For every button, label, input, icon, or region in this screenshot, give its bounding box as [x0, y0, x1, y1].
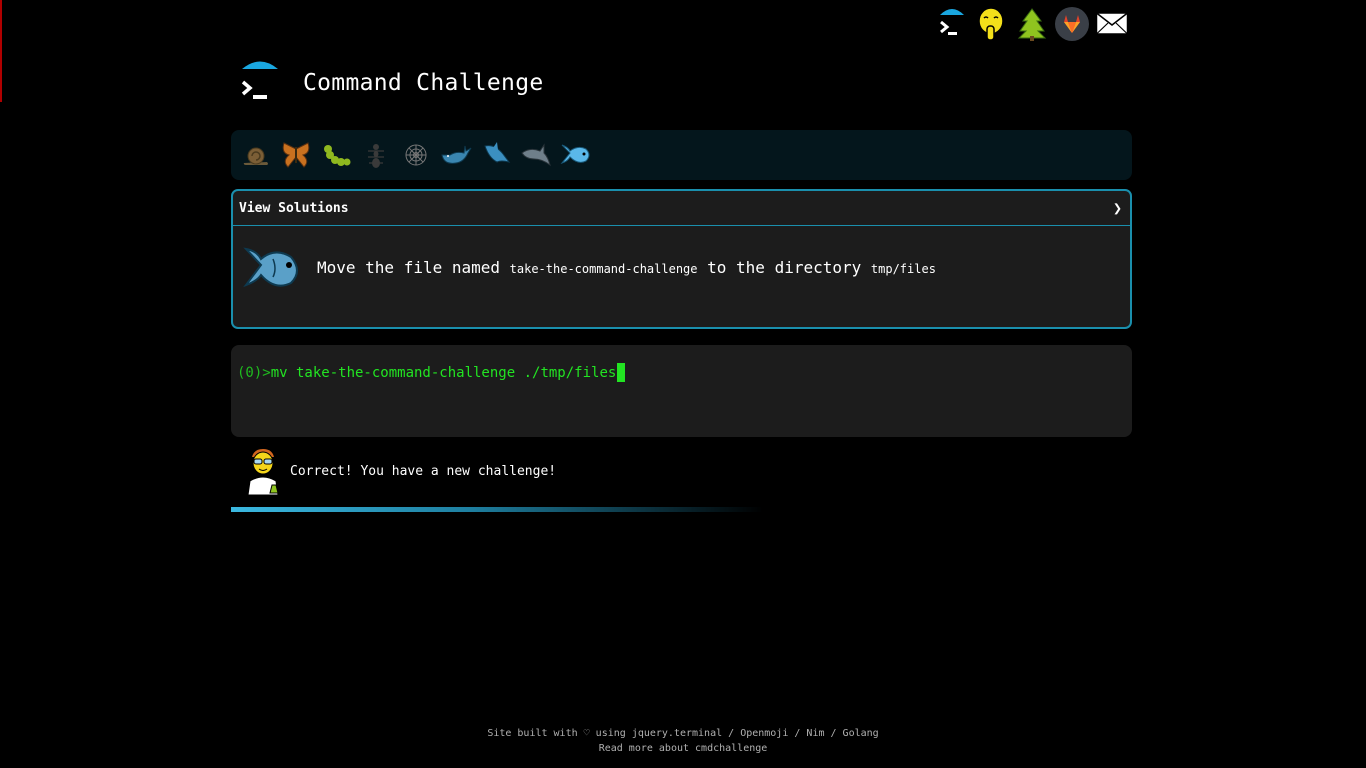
footer-separator: /	[722, 728, 741, 739]
challenge-card: View Solutions ❯ Move the file named tak…	[231, 189, 1132, 329]
challenge-body: Move the file named take-the-command-cha…	[233, 226, 1130, 327]
footer: Site built with ♡ using jquery.terminal …	[0, 726, 1366, 756]
task-text-2: to the directory	[697, 258, 871, 277]
task-dir: tmp/files	[870, 262, 936, 276]
feedback: Correct! You have a new challenge!	[244, 447, 556, 495]
terminal-logo-icon[interactable]	[932, 4, 972, 44]
window-edge	[0, 0, 2, 102]
caterpillar-icon[interactable]	[316, 135, 356, 175]
view-solutions-label: View Solutions	[239, 200, 349, 216]
task-file: take-the-command-challenge	[509, 262, 698, 276]
terminal-input-line[interactable]: (0)> mv take-the-command-challenge ./tmp…	[237, 363, 1132, 382]
jquery-terminal-link[interactable]: jquery.terminal	[632, 728, 722, 739]
fish-icon	[243, 246, 298, 287]
butterfly-icon[interactable]	[276, 135, 316, 175]
terminal-command[interactable]: mv take-the-command-challenge ./tmp/file…	[271, 365, 617, 381]
site-header: Command Challenge	[238, 58, 638, 108]
terminal-prompt: (0)>	[237, 364, 271, 381]
feedback-message: Correct! You have a new challenge!	[290, 463, 557, 479]
challenge-description: Move the file named take-the-command-cha…	[317, 258, 936, 277]
shark-icon[interactable]	[476, 135, 516, 175]
fish-icon[interactable]	[556, 135, 596, 175]
task-text-1: Move the file named	[317, 258, 510, 277]
terminal-cursor	[617, 363, 626, 382]
tree-icon[interactable]	[1012, 4, 1052, 44]
terminal-logo-icon[interactable]	[238, 58, 282, 108]
site-title[interactable]: Command Challenge	[303, 70, 544, 96]
openmoji-link[interactable]: Openmoji	[740, 728, 788, 739]
snail-icon[interactable]	[236, 135, 276, 175]
footer-separator: /	[824, 728, 843, 739]
chevron-right-icon: ❯	[1112, 199, 1122, 217]
progress-bar	[231, 507, 763, 512]
terminal[interactable]: (0)> mv take-the-command-challenge ./tmp…	[231, 345, 1132, 437]
shushing-face-icon[interactable]	[972, 4, 1012, 44]
footer-line-1: Site built with ♡ using jquery.terminal …	[0, 726, 1366, 741]
footer-line-2: Read more about cmdchallenge	[0, 741, 1366, 756]
dolphin-icon[interactable]	[516, 135, 556, 175]
about-link[interactable]: Read more about cmdchallenge	[599, 743, 768, 754]
gitlab-icon[interactable]	[1052, 4, 1092, 44]
nim-link[interactable]: Nim	[806, 728, 824, 739]
spider-web-icon[interactable]	[396, 135, 436, 175]
whale-icon[interactable]	[436, 135, 476, 175]
top-icon-bar	[932, 4, 1132, 44]
footer-separator: /	[788, 728, 807, 739]
golang-link[interactable]: Golang	[843, 728, 879, 739]
view-solutions-toggle[interactable]: View Solutions ❯	[233, 191, 1130, 226]
footer-prefix: Site built with ♡ using	[487, 728, 632, 739]
envelope-icon[interactable]	[1092, 4, 1132, 44]
scientist-icon	[247, 449, 279, 495]
ant-icon[interactable]	[356, 135, 396, 175]
level-bar	[231, 130, 1132, 180]
